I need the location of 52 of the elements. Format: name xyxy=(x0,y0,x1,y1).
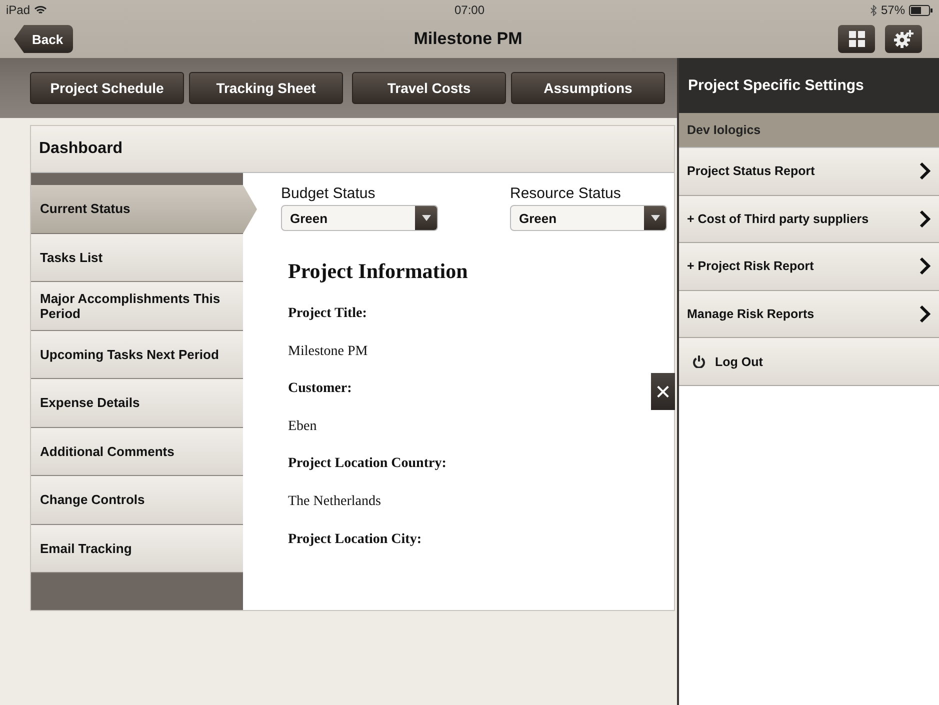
toolbar-button[interactable]: Tracking Sheet xyxy=(189,72,343,104)
battery-icon xyxy=(909,4,933,16)
settings-item[interactable]: Project Status Report xyxy=(679,148,939,196)
group-title: Dev Iologics xyxy=(687,123,761,137)
sidebar-item[interactable]: Expense Details xyxy=(31,379,243,428)
field-value: Milestone PM xyxy=(288,344,368,359)
grid-icon xyxy=(848,31,864,47)
grid-view-button[interactable] xyxy=(838,25,875,53)
settings-item[interactable]: Manage Risk Reports xyxy=(679,290,939,338)
sidebar-item[interactable]: Major Accomplishments This Period xyxy=(31,282,243,330)
caret-icon xyxy=(422,215,430,221)
select-label: Budget Status xyxy=(281,185,376,202)
toolbar-button[interactable]: Project Schedule xyxy=(30,72,184,104)
settings-button[interactable] xyxy=(885,25,922,53)
settings-item[interactable]: + Project Risk Report xyxy=(679,243,939,291)
settings-icon xyxy=(894,30,914,48)
select-label: Resource Status xyxy=(510,185,622,202)
battery-percent: 57% xyxy=(880,3,905,17)
field-value: Eben xyxy=(288,418,317,434)
field-label: Project Title: xyxy=(288,306,367,321)
logout-button[interactable]: Log Out xyxy=(679,338,939,386)
app-title: Milestone PM xyxy=(414,29,522,49)
field-label: Project Location Country: xyxy=(288,456,446,472)
field-label: Customer: xyxy=(288,381,352,396)
chevron-right-icon xyxy=(919,210,931,228)
sidebar-item[interactable]: Additional Comments xyxy=(31,428,243,476)
settings-item[interactable]: + Cost of Third party suppliers xyxy=(679,196,939,244)
sidebar-item[interactable]: Current Status xyxy=(31,185,257,234)
sidebar-item[interactable]: Tasks List xyxy=(31,234,243,282)
device-name: iPad xyxy=(6,3,30,17)
toolbar-button[interactable]: Travel Costs xyxy=(352,72,506,104)
back-button[interactable]: Back xyxy=(14,25,74,53)
panel-title: Project Specific Settings xyxy=(688,77,864,94)
sidebar-item[interactable]: Upcoming Tasks Next Period xyxy=(31,330,243,379)
field-label: Project Location City: xyxy=(288,532,422,547)
chevron-right-icon xyxy=(919,257,931,276)
caret-icon xyxy=(650,215,660,221)
bluetooth-icon xyxy=(870,4,877,16)
wifi-icon xyxy=(34,5,48,15)
dropdown[interactable]: Green xyxy=(281,205,438,231)
chevron-right-icon xyxy=(919,162,931,180)
clock-time: 07:00 xyxy=(454,3,485,17)
chevron-right-icon xyxy=(919,305,931,324)
sidebar-item[interactable]: Change Controls xyxy=(31,476,243,524)
dropdown[interactable]: Green xyxy=(510,205,667,231)
sidebar-item[interactable]: Email Tracking xyxy=(31,524,243,573)
dashboard-title: Dashboard xyxy=(39,140,123,158)
close-button[interactable]: ✕ xyxy=(651,373,675,410)
power-icon xyxy=(693,355,705,368)
section-heading: Project Information xyxy=(288,259,469,284)
field-value: The Netherlands xyxy=(288,494,381,509)
toolbar-button[interactable]: Assumptions xyxy=(511,72,665,104)
